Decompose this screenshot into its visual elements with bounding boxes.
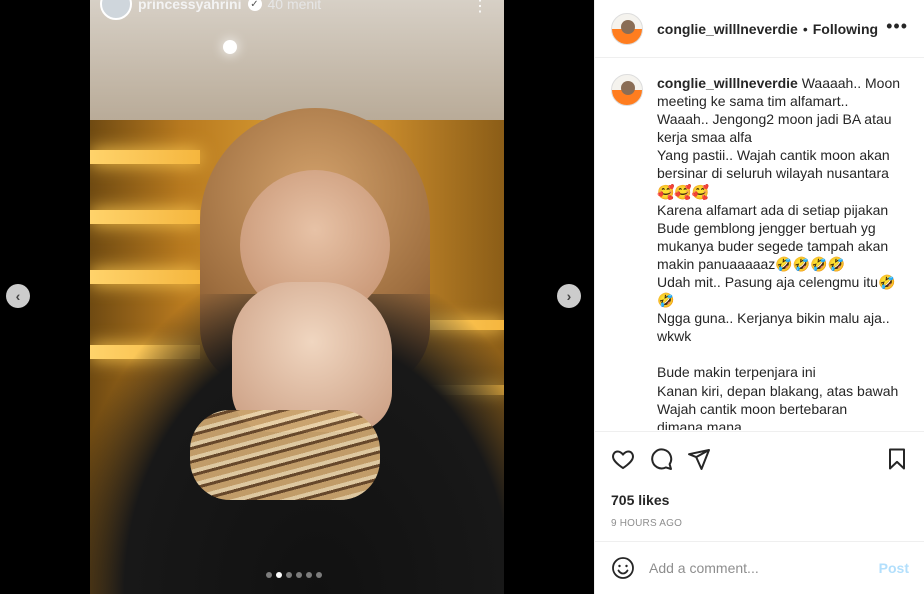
caption-line: Udah mit.. Pasung aja celengmu itu🤣 (657, 274, 896, 291)
emoji-icon[interactable] (611, 556, 635, 580)
caption-text: conglie_willlneverdie Waaaah.. Moon meet… (657, 74, 907, 430)
share-icon[interactable] (687, 447, 711, 471)
caption-line: Kanan kiri, depan blakang, atas bawah (657, 382, 899, 399)
carousel-dot (306, 572, 312, 578)
caption-avatar[interactable] (611, 74, 643, 106)
carousel-prev-button[interactable]: ‹ (6, 284, 30, 308)
carousel-dot (286, 572, 292, 578)
story-avatar (100, 0, 132, 20)
caption-line: Ngga guna.. Kerjanya bikin malu aja.. (657, 310, 890, 327)
carousel-dot (296, 572, 302, 578)
story-header: princessyahrini ✓ 40 menit (100, 0, 321, 22)
caption-line: wkwk (657, 328, 692, 345)
chevron-left-icon: ‹ (15, 288, 21, 304)
heart-icon[interactable] (611, 447, 635, 471)
caption-line: kerja smaa alfa (657, 129, 752, 146)
caption: conglie_willlneverdie Waaaah.. Moon meet… (611, 74, 909, 430)
story-screenshot-image (90, 0, 504, 594)
caption-line: Wajah cantik moon bertebaran (657, 400, 848, 417)
post-comment-button[interactable]: Post (879, 560, 909, 576)
post-sidebar: conglie_willlneverdie • Following ••• co… (594, 0, 924, 594)
carousel-dot (266, 572, 272, 578)
comment-input[interactable] (649, 560, 879, 576)
carousel-dot (316, 572, 322, 578)
comment-icon[interactable] (649, 447, 673, 471)
avatar[interactable] (611, 12, 643, 45)
caption-line: makin panuaaaaaz🤣🤣🤣🤣 (657, 255, 846, 272)
post-actions: 705 likes 9 HOURS AGO (595, 431, 924, 529)
carousel-dot (276, 572, 282, 578)
post-media: princessyahrini ✓ 40 menit ⋮ ‹ › (0, 0, 594, 594)
post-header: conglie_willlneverdie • Following ••• (595, 0, 924, 58)
separator-dot: • (802, 20, 808, 37)
story-time: 40 menit (267, 0, 322, 12)
following-button[interactable]: Following (813, 21, 878, 37)
caption-username[interactable]: conglie_willlneverdie (657, 75, 798, 91)
instagram-post-modal: princessyahrini ✓ 40 menit ⋮ ‹ › conglie… (0, 0, 924, 594)
comments-section[interactable]: conglie_willlneverdie Waaaah.. Moon meet… (595, 58, 924, 430)
caption-line: 🤣 (657, 292, 675, 309)
story-more-icon: ⋮ (472, 0, 488, 15)
caption-line: 🥰🥰🥰 (657, 183, 710, 200)
caption-line: Bude makin terpenjara ini (657, 364, 816, 381)
chevron-right-icon: › (566, 288, 572, 304)
caption-line: Waaaah.. Moon (801, 75, 901, 91)
caption-line: Bude gemblong jengger bertuah yg (657, 219, 876, 236)
story-username: princessyahrini (138, 0, 242, 12)
bookmark-icon[interactable] (885, 447, 909, 471)
post-username[interactable]: conglie_willlneverdie (657, 21, 798, 37)
ceiling-light (223, 40, 237, 54)
likes-count[interactable]: 705 likes (611, 492, 909, 508)
caption-line: mukanya buder segede tampah akan (657, 237, 889, 254)
caption-line (657, 345, 907, 363)
post-timestamp[interactable]: 9 HOURS AGO (611, 518, 909, 529)
verified-icon: ✓ (247, 0, 262, 11)
caption-line: bersinar di seluruh wilayah nusantara (657, 165, 889, 182)
add-comment-bar: Post (595, 541, 924, 594)
caption-line: Waaah.. Jengong2 moon jadi BA atau (657, 111, 892, 128)
caption-line: meeting ke sama tim alfamart.. (657, 93, 849, 110)
caption-line: Karena alfamart ada di setiap pijakan (657, 201, 889, 218)
carousel-next-button[interactable]: › (557, 284, 581, 308)
bracelets (190, 410, 380, 500)
caption-line: Yang pastii.. Wajah cantik moon akan (657, 147, 890, 164)
caption-line: dimana mana (657, 418, 742, 430)
carousel-indicator (266, 572, 322, 578)
more-options-icon[interactable]: ••• (886, 16, 908, 37)
